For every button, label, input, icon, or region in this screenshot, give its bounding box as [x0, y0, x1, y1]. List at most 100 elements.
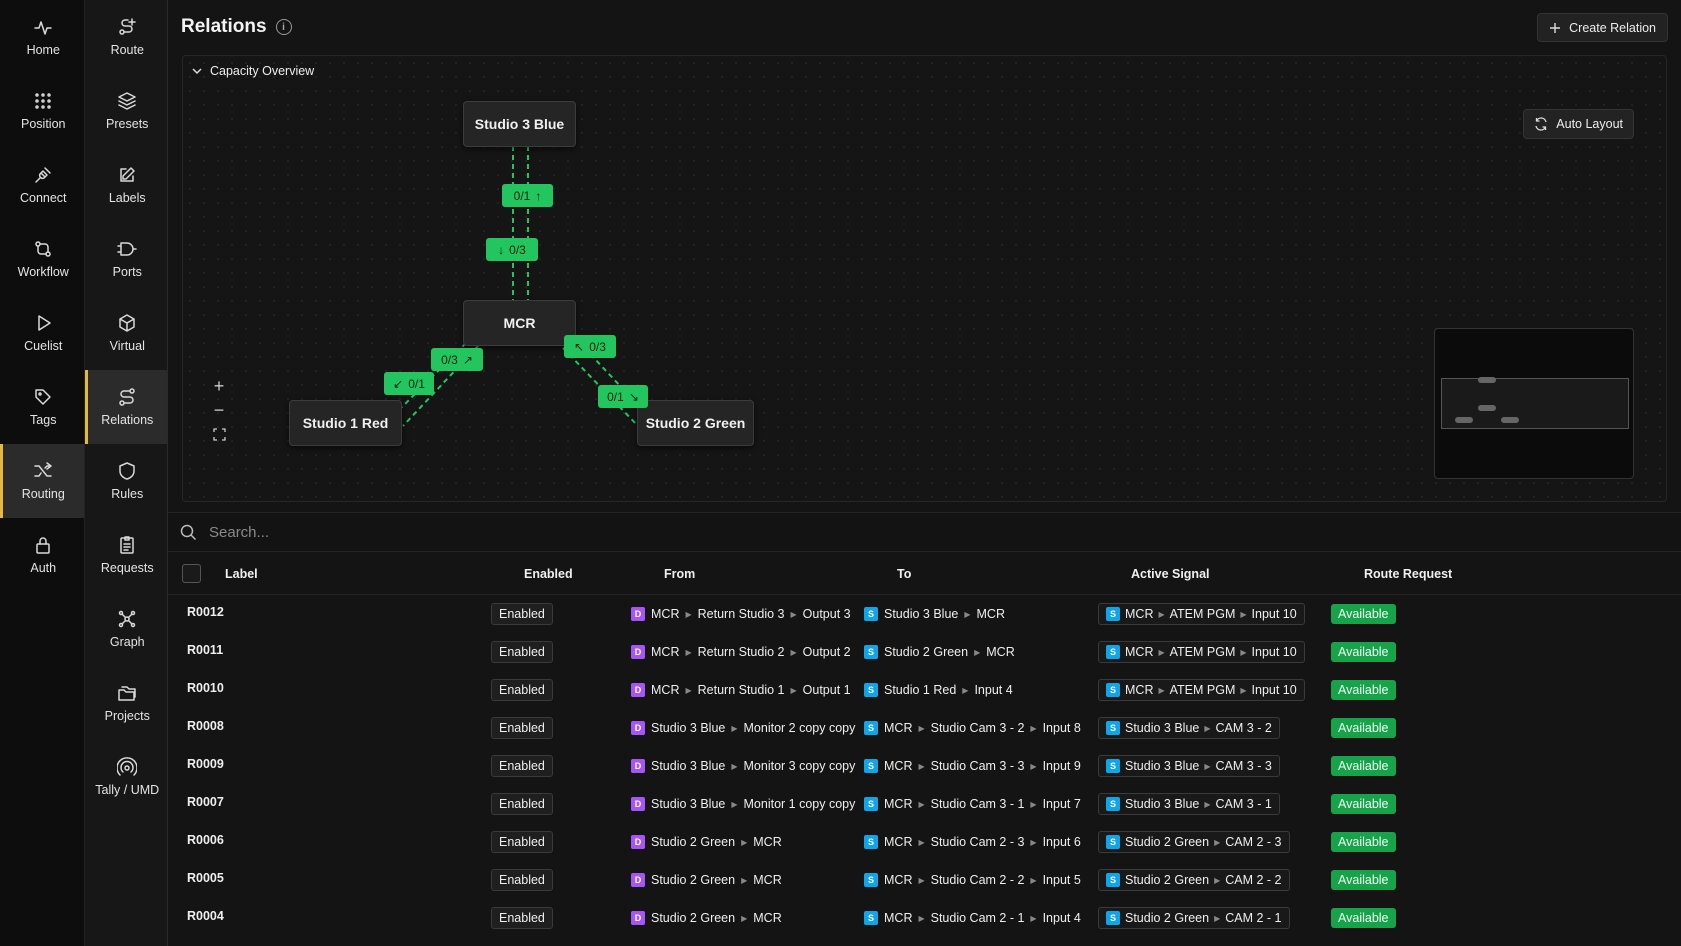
active-signal-chip[interactable]: S MCR ▶ ATEM PGM ▶ Input 10: [1098, 679, 1305, 701]
col-route-request[interactable]: Route Request: [1364, 567, 1681, 581]
route-request-status-badge[interactable]: Available: [1331, 642, 1396, 662]
from-segment: Studio 2 Green: [651, 873, 736, 887]
route-request-status-badge[interactable]: Available: [1331, 604, 1396, 624]
sidebar-item-home[interactable]: Home: [0, 0, 84, 74]
to-segment: MCR: [884, 911, 913, 925]
table-row[interactable]: R0006 Enabled D Studio 2 Green ▶ MCR S MCR ▶ Stud…: [168, 823, 1681, 861]
node-mcr[interactable]: MCR: [463, 300, 576, 346]
sidebar-item-rules[interactable]: Rules: [85, 444, 168, 518]
to-cell: S Studio 3 Blue ▶ MCR: [864, 607, 1098, 621]
sidebar-item-labels[interactable]: Labels: [85, 148, 168, 222]
minimap-node: [1478, 405, 1496, 411]
enabled-badge[interactable]: Enabled: [491, 603, 553, 625]
active-signal-chip[interactable]: S Studio 2 Green ▶ CAM 2 - 1: [1098, 907, 1290, 929]
active-signal-chip[interactable]: S Studio 3 Blue ▶ CAM 3 - 3: [1098, 755, 1280, 777]
device-badge-icon: D: [631, 835, 645, 849]
zoom-in-button[interactable]: +: [209, 376, 229, 396]
active-signal-chip[interactable]: S Studio 2 Green ▶ CAM 2 - 3: [1098, 831, 1290, 853]
edge-label[interactable]: ↓ 0/3: [486, 238, 538, 261]
active-signal-chip[interactable]: S Studio 3 Blue ▶ CAM 3 - 1: [1098, 793, 1280, 815]
col-to[interactable]: To: [897, 567, 1131, 581]
sidebar-item-workflow[interactable]: Workflow: [0, 222, 84, 296]
search-input[interactable]: [209, 523, 809, 541]
enabled-badge[interactable]: Enabled: [491, 717, 553, 739]
capacity-overview-panel[interactable]: Capacity Overview Studio 3 Blue MCR Stud…: [182, 55, 1667, 502]
page-title: Relations: [181, 16, 267, 37]
signal-segment: Input 10: [1251, 607, 1297, 621]
col-from[interactable]: From: [664, 567, 897, 581]
from-segment: MCR: [651, 607, 680, 621]
layers-icon: [118, 92, 136, 110]
arrow-up-icon: ↑: [535, 188, 542, 203]
to-segment: MCR: [884, 759, 913, 773]
arrow-up-right-icon: ↗: [462, 352, 473, 367]
col-enabled[interactable]: Enabled: [524, 567, 664, 581]
active-signal-chip[interactable]: S Studio 3 Blue ▶ CAM 3 - 2: [1098, 717, 1280, 739]
sidebar-item-presets[interactable]: Presets: [85, 74, 168, 148]
to-cell: S MCR ▶ Studio Cam 3 - 1 ▶ Input 7: [864, 797, 1098, 811]
table-row[interactable]: R0011 Enabled D MCR ▶ Return Studio 2 ▶ Output …: [168, 633, 1681, 671]
enabled-badge[interactable]: Enabled: [491, 831, 553, 853]
route-request-status-badge[interactable]: Available: [1331, 718, 1396, 738]
sidebar-item-requests[interactable]: Requests: [85, 518, 168, 592]
route-request-status-badge[interactable]: Available: [1331, 908, 1396, 928]
create-relation-button[interactable]: Create Relation: [1537, 13, 1668, 42]
route-request-status-badge[interactable]: Available: [1331, 832, 1396, 852]
sidebar-item-position[interactable]: Position: [0, 74, 84, 148]
table-row[interactable]: R0004 Enabled D Studio 2 Green ▶ MCR S MCR ▶ Stud…: [168, 899, 1681, 937]
from-segment: MCR: [753, 873, 782, 887]
table-row[interactable]: R0005 Enabled D Studio 2 Green ▶ MCR S MCR ▶ Stud…: [168, 861, 1681, 899]
edge-label[interactable]: ↙ 0/1: [384, 372, 434, 395]
edge-label[interactable]: ↖ 0/3: [564, 335, 616, 358]
node-studio-2-green[interactable]: Studio 2 Green: [637, 400, 754, 446]
sidebar-item-tags[interactable]: Tags: [0, 370, 84, 444]
edge-label[interactable]: 0/3 ↗: [431, 348, 483, 371]
table-row[interactable]: R0009 Enabled D Studio 3 Blue ▶ Monitor 3 cop…: [168, 747, 1681, 785]
active-signal-chip[interactable]: S Studio 2 Green ▶ CAM 2 - 2: [1098, 869, 1290, 891]
sidebar-item-virtual[interactable]: Virtual: [85, 296, 168, 370]
sidebar-item-auth[interactable]: Auth: [0, 518, 84, 592]
source-badge-icon: S: [864, 835, 878, 849]
sidebar-item-cuelist[interactable]: Cuelist: [0, 296, 84, 370]
arrow-down-right-icon: ↘: [628, 389, 639, 404]
table-row[interactable]: R0008 Enabled D Studio 3 Blue ▶ Monitor 2 cop…: [168, 709, 1681, 747]
sidebar-item-relations[interactable]: Relations: [84, 370, 167, 444]
sidebar-item-ports[interactable]: Ports: [85, 222, 168, 296]
source-badge-icon: S: [1106, 759, 1120, 773]
select-all-checkbox[interactable]: [182, 564, 201, 583]
route-request-status-badge[interactable]: Available: [1331, 870, 1396, 890]
active-signal-chip[interactable]: S MCR ▶ ATEM PGM ▶ Input 10: [1098, 603, 1305, 625]
enabled-badge[interactable]: Enabled: [491, 907, 553, 929]
fit-view-button[interactable]: [209, 424, 229, 444]
col-label[interactable]: Label: [201, 567, 524, 581]
auto-layout-button[interactable]: Auto Layout: [1523, 109, 1634, 139]
enabled-badge[interactable]: Enabled: [491, 869, 553, 891]
sidebar-item-connect[interactable]: Connect: [0, 148, 84, 222]
sidebar-item-routing[interactable]: Routing: [0, 444, 84, 518]
route-request-status-badge[interactable]: Available: [1331, 680, 1396, 700]
enabled-badge[interactable]: Enabled: [491, 641, 553, 663]
sidebar-item-route[interactable]: Route: [85, 0, 168, 74]
to-segment: Studio Cam 2 - 2: [930, 873, 1025, 887]
active-signal-chip[interactable]: S MCR ▶ ATEM PGM ▶ Input 10: [1098, 641, 1305, 663]
edge-label[interactable]: 0/1 ↘: [598, 385, 648, 408]
minimap[interactable]: [1434, 328, 1634, 479]
zoom-out-button[interactable]: −: [209, 400, 229, 420]
route-request-status-badge[interactable]: Available: [1331, 794, 1396, 814]
from-segment: Output 2: [802, 645, 851, 659]
table-row[interactable]: R0007 Enabled D Studio 3 Blue ▶ Monitor 1 cop…: [168, 785, 1681, 823]
col-active-signal[interactable]: Active Signal: [1131, 567, 1364, 581]
info-icon[interactable]: i: [275, 19, 292, 35]
caret-right-icon: ▶: [1158, 609, 1165, 619]
edge-label[interactable]: 0/1 ↑: [502, 184, 553, 207]
node-studio-3-blue[interactable]: Studio 3 Blue: [463, 101, 576, 147]
route-request-status-badge[interactable]: Available: [1331, 756, 1396, 776]
caret-right-icon: ▶: [1158, 685, 1165, 695]
table-row[interactable]: R0010 Enabled D MCR ▶ Return Studio 1 ▶ Output …: [168, 671, 1681, 709]
enabled-badge[interactable]: Enabled: [491, 793, 553, 815]
enabled-badge[interactable]: Enabled: [491, 755, 553, 777]
to-cell: S Studio 1 Red ▶ Input 4: [864, 683, 1098, 697]
table-row[interactable]: R0012 Enabled D MCR ▶ Return Studio 3 ▶ Output …: [168, 595, 1681, 633]
node-studio-1-red[interactable]: Studio 1 Red: [289, 400, 402, 446]
enabled-badge[interactable]: Enabled: [491, 679, 553, 701]
